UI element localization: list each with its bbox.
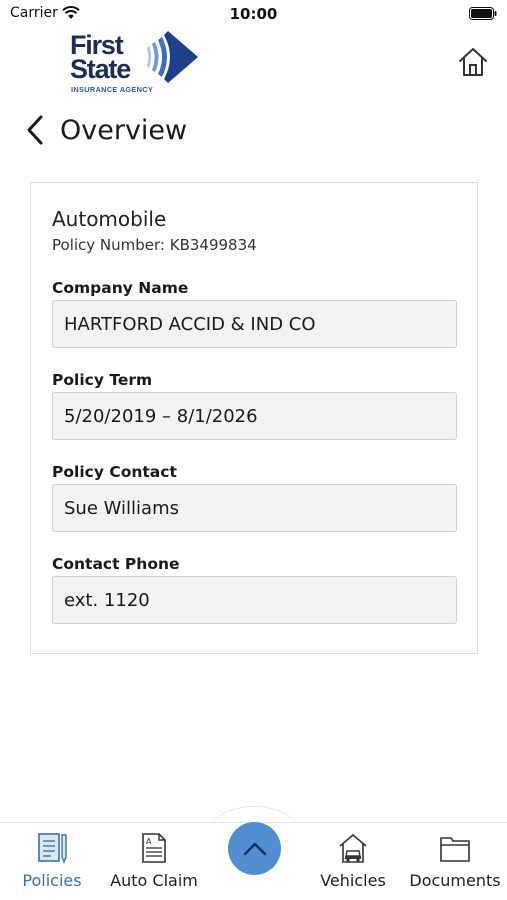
- policy-contact-label: Policy Contact: [52, 463, 177, 481]
- logo-mark-icon: [147, 31, 198, 83]
- expand-menu-button[interactable]: [228, 822, 281, 875]
- home-icon[interactable]: [456, 45, 490, 79]
- nav-item-auto-claim[interactable]: A Auto Claim: [104, 823, 204, 900]
- logo-tagline: INSURANCE AGENCY: [71, 85, 154, 94]
- company-logo: First State INSURANCE AGENCY: [70, 31, 202, 96]
- policy-number: Policy Number: KB3499834: [52, 236, 257, 254]
- vehicles-icon: [339, 834, 367, 863]
- nav-label-auto-claim: Auto Claim: [110, 871, 198, 890]
- policies-icon: [38, 833, 67, 864]
- policy-type: Automobile: [52, 207, 167, 231]
- policy-term-field: 5/20/2019 – 8/1/2026: [52, 392, 457, 440]
- contact-phone-label: Contact Phone: [52, 555, 180, 573]
- svg-text:A: A: [146, 837, 152, 846]
- auto-claim-icon: A: [142, 833, 166, 863]
- chevron-up-icon: [243, 842, 266, 855]
- documents-icon: [440, 837, 470, 862]
- status-time: 10:00: [229, 5, 278, 23]
- nav-item-documents[interactable]: Documents: [405, 823, 505, 900]
- logo-text-state: State: [70, 54, 131, 84]
- nav-label-policies: Policies: [22, 871, 82, 890]
- policy-term-label: Policy Term: [52, 371, 153, 389]
- back-button[interactable]: Overview: [24, 112, 187, 148]
- chevron-left-icon: [27, 115, 43, 145]
- page-title: Overview: [60, 114, 188, 146]
- policy-contact-field: Sue Williams: [52, 484, 457, 532]
- nav-label-documents: Documents: [409, 871, 501, 890]
- nav-label-vehicles: Vehicles: [320, 871, 386, 890]
- policy-card: Automobile Policy Number: KB3499834 Comp…: [30, 182, 478, 654]
- status-bar: Carrier 10:00: [0, 0, 507, 28]
- nav-item-vehicles[interactable]: Vehicles: [303, 823, 403, 900]
- nav-item-policies[interactable]: Policies: [2, 823, 102, 900]
- company-name-label: Company Name: [52, 279, 189, 297]
- company-name-field: HARTFORD ACCID & IND CO: [52, 300, 457, 348]
- contact-phone-field[interactable]: ext. 1120: [52, 576, 457, 624]
- battery-icon: [469, 7, 497, 20]
